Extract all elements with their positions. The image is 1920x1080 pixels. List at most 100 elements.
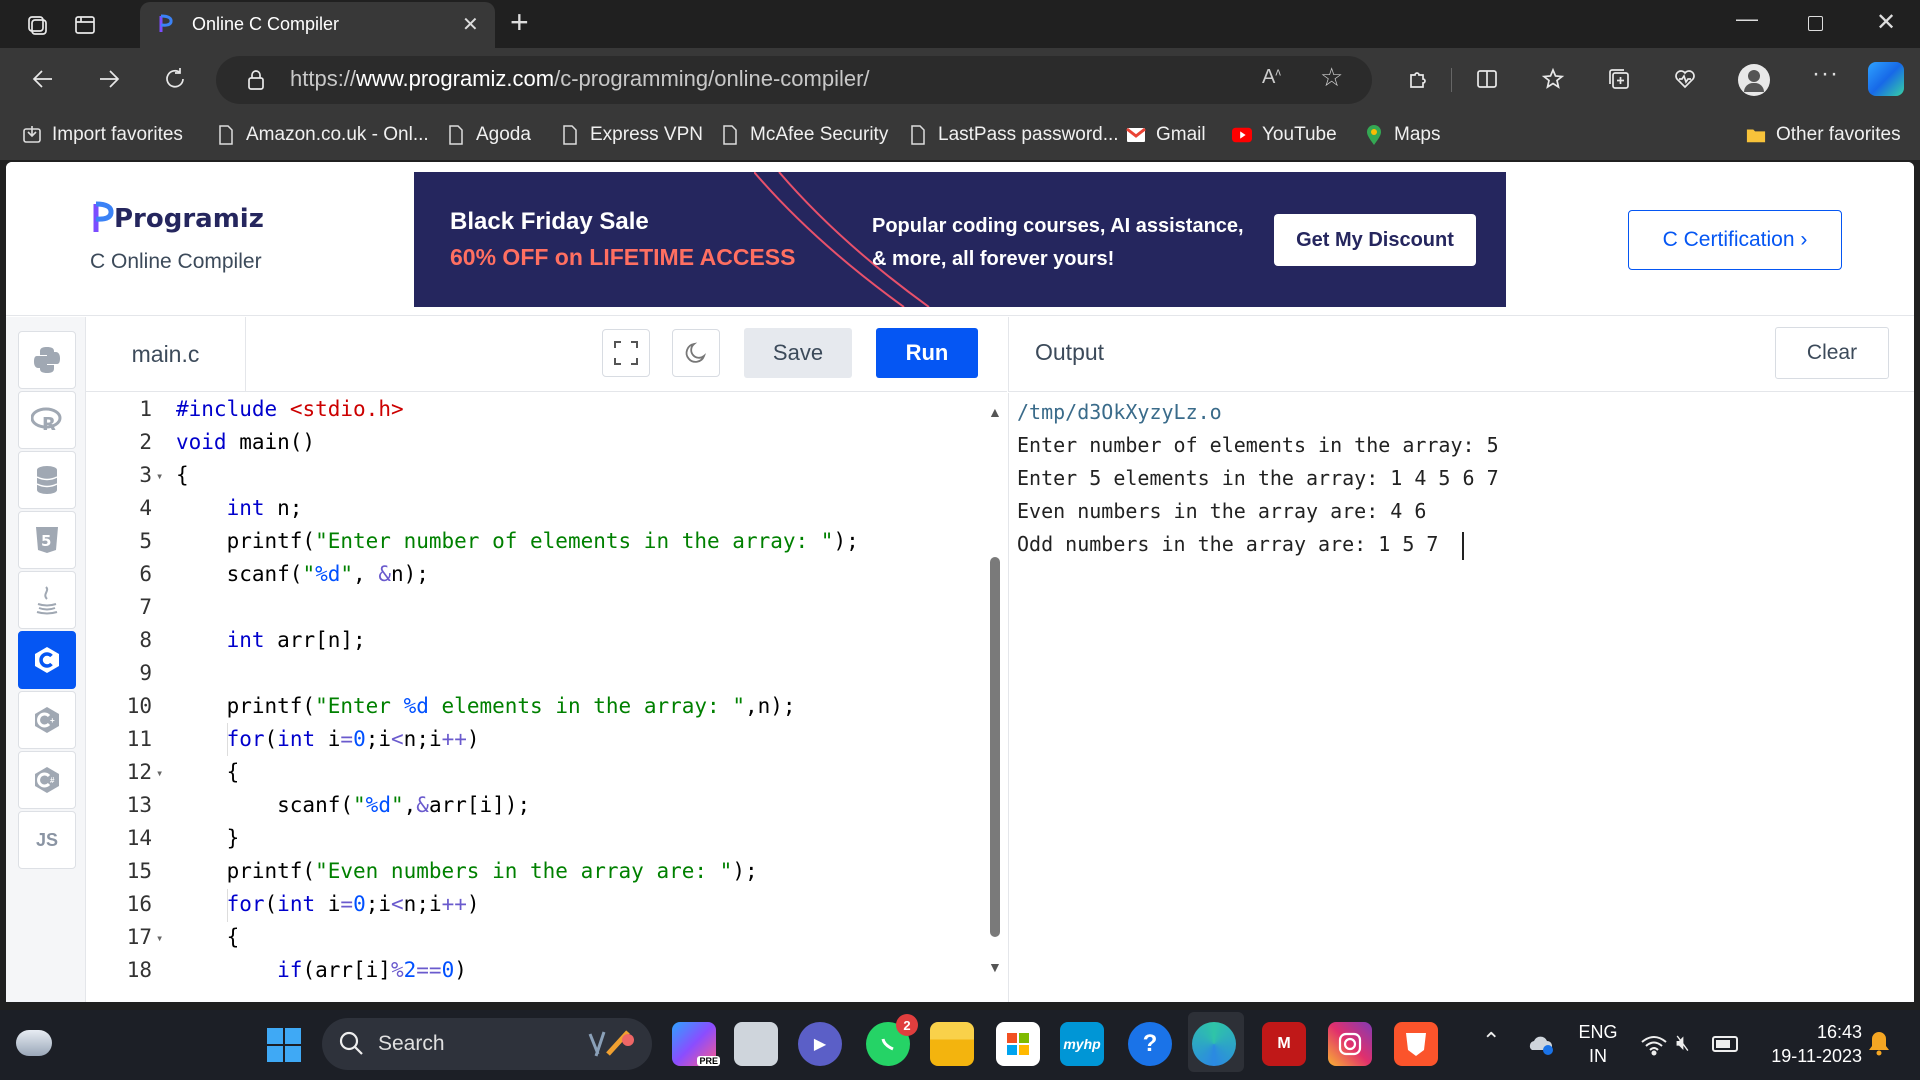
input-language[interactable]: ENG IN — [1578, 1020, 1618, 1068]
workspaces-icon[interactable] — [22, 10, 52, 40]
bookmark-label: Maps — [1394, 124, 1441, 145]
clock[interactable]: 16:43 19-11-2023 — [1752, 1020, 1862, 1068]
c-certification-button[interactable]: C Certification › — [1628, 210, 1842, 270]
minimize-icon[interactable]: — — [1736, 6, 1758, 32]
favorites-icon[interactable] — [1536, 62, 1570, 96]
read-aloud-icon[interactable]: Aʌ — [1262, 66, 1281, 89]
line-number: 4 — [139, 496, 152, 520]
svg-text:#: # — [50, 776, 55, 785]
hp-support-icon[interactable]: myhp — [1060, 1022, 1104, 1066]
bookmark-gmail[interactable]: Gmail — [1126, 122, 1206, 148]
bookmark-youtube[interactable]: YouTube — [1232, 122, 1337, 148]
html5-icon[interactable]: 5 — [18, 511, 76, 569]
notification-bell-icon[interactable] — [1868, 1030, 1890, 1056]
line-number: 3 — [139, 463, 152, 487]
collections-icon[interactable] — [1602, 62, 1636, 96]
code-line: } — [176, 826, 240, 850]
code-line: scanf("%d", &n); — [176, 562, 429, 586]
javascript-icon[interactable]: JS — [18, 811, 76, 869]
lang-line1: ENG — [1578, 1022, 1618, 1042]
battery-icon[interactable] — [1712, 1036, 1738, 1052]
promo-banner[interactable]: Black Friday Sale 60% OFF on LIFETIME AC… — [414, 172, 1506, 307]
bookmark-amazon[interactable]: Amazon.co.uk - Onl... — [216, 122, 429, 148]
profile-avatar-icon[interactable] — [1738, 64, 1770, 96]
java-icon[interactable] — [18, 571, 76, 629]
scroll-up-icon[interactable]: ▲ — [988, 404, 1002, 420]
bookmark-label: McAfee Security — [750, 124, 889, 145]
csharp-language-icon[interactable]: # — [18, 751, 76, 809]
tab-actions-icon[interactable] — [70, 10, 100, 40]
fold-arrow-icon[interactable]: ▾ — [156, 469, 163, 483]
copilot-taskbar-icon[interactable]: PRE — [672, 1022, 720, 1066]
save-button[interactable]: Save — [744, 328, 852, 378]
chevron-up-icon[interactable]: ⌃ — [1482, 1028, 1500, 1054]
output-console[interactable]: /tmp/d3OkXyzyLz.o Enter number of elemen… — [1008, 393, 1914, 1002]
clock-time: 16:43 — [1816, 1022, 1862, 1042]
teams-chat-icon[interactable]: ▶ — [798, 1022, 842, 1066]
line-number: 1 — [139, 397, 152, 421]
bookmark-maps[interactable]: Maps — [1364, 122, 1440, 148]
fold-arrow-icon[interactable]: ▾ — [156, 931, 163, 945]
whatsapp-icon[interactable]: 2 — [866, 1014, 918, 1066]
favorite-star-icon[interactable]: ☆ — [1320, 62, 1343, 93]
weather-icon[interactable] — [16, 1030, 52, 1056]
youtube-icon — [1232, 124, 1252, 146]
split-screen-icon[interactable] — [1470, 62, 1504, 96]
lock-icon[interactable] — [242, 66, 270, 94]
bookmark-lastpass[interactable]: LastPass password... — [908, 122, 1119, 148]
bookmark-label: Agoda — [476, 124, 531, 145]
cpp-language-icon[interactable]: + — [18, 691, 76, 749]
line-number: 2 — [139, 430, 152, 454]
new-tab-icon[interactable]: + — [510, 4, 529, 41]
get-discount-button[interactable]: Get My Discount — [1274, 214, 1476, 266]
wifi-icon[interactable] — [1640, 1034, 1668, 1056]
r-language-icon[interactable]: R — [18, 391, 76, 449]
bookmark-mcafee[interactable]: McAfee Security — [720, 122, 888, 148]
python-icon[interactable] — [18, 331, 76, 389]
file-explorer-icon[interactable] — [930, 1022, 974, 1066]
scroll-down-icon[interactable]: ▼ — [988, 959, 1002, 975]
code-line: int arr[n]; — [226, 628, 366, 652]
close-window-icon[interactable]: ✕ — [1876, 8, 1896, 37]
onedrive-icon[interactable] — [1526, 1032, 1556, 1056]
sql-database-icon[interactable] — [18, 451, 76, 509]
clear-button[interactable]: Clear — [1775, 327, 1889, 379]
brave-icon[interactable] — [1394, 1022, 1438, 1066]
page-header: Programiz C Online Compiler Black Friday… — [6, 162, 1914, 316]
bookmark-other-favorites[interactable]: Other favorites — [1746, 122, 1901, 148]
bookmark-import-favorites[interactable]: Import favorites — [22, 122, 183, 148]
bookmark-express-vpn[interactable]: Express VPN — [560, 122, 703, 148]
fold-arrow-icon[interactable]: ▾ — [156, 766, 163, 780]
dark-mode-icon[interactable] — [672, 329, 720, 377]
bookmark-agoda[interactable]: Agoda — [446, 122, 531, 148]
file-tab[interactable]: main.c — [86, 317, 246, 391]
line-number: 16 — [126, 892, 152, 916]
extensions-icon[interactable] — [1400, 62, 1434, 96]
get-help-icon[interactable]: ? — [1128, 1022, 1172, 1066]
forward-icon[interactable] — [92, 62, 126, 96]
restore-icon[interactable] — [1808, 16, 1823, 31]
code-editor[interactable]: 1 #include <stdio.h> 2 void main() 3 ▾ {4 int … — [86, 393, 1007, 1002]
editor-scrollbar[interactable] — [990, 557, 1000, 937]
line-number: 14 — [126, 826, 152, 850]
back-icon[interactable] — [26, 62, 60, 96]
more-options-icon[interactable]: ··· — [1812, 60, 1839, 88]
speaker-muted-icon[interactable]: 🔇︎ — [1676, 1030, 1690, 1056]
tab-active[interactable]: Online C Compiler ✕ — [140, 2, 495, 48]
mcafee-icon[interactable]: M — [1262, 1022, 1306, 1066]
instagram-icon[interactable] — [1328, 1022, 1372, 1066]
url-text[interactable]: https://www.programiz.com/c-programming/… — [290, 66, 870, 92]
logo-text[interactable]: Programiz — [114, 204, 264, 234]
task-view-icon[interactable] — [734, 1022, 778, 1066]
copilot-icon[interactable] — [1868, 62, 1904, 96]
microsoft-store-icon[interactable] — [996, 1022, 1040, 1066]
windows-start-icon[interactable] — [266, 1027, 302, 1063]
refresh-icon[interactable] — [158, 62, 192, 96]
fullscreen-icon[interactable] — [602, 329, 650, 377]
browser-essentials-icon[interactable] — [1668, 62, 1702, 96]
close-tab-icon[interactable]: ✕ — [462, 12, 479, 37]
run-button[interactable]: Run — [876, 328, 978, 378]
c-language-icon[interactable] — [18, 631, 76, 689]
notification-badge: 2 — [896, 1014, 918, 1036]
code-line: scanf("%d",&arr[i]); — [176, 793, 531, 817]
